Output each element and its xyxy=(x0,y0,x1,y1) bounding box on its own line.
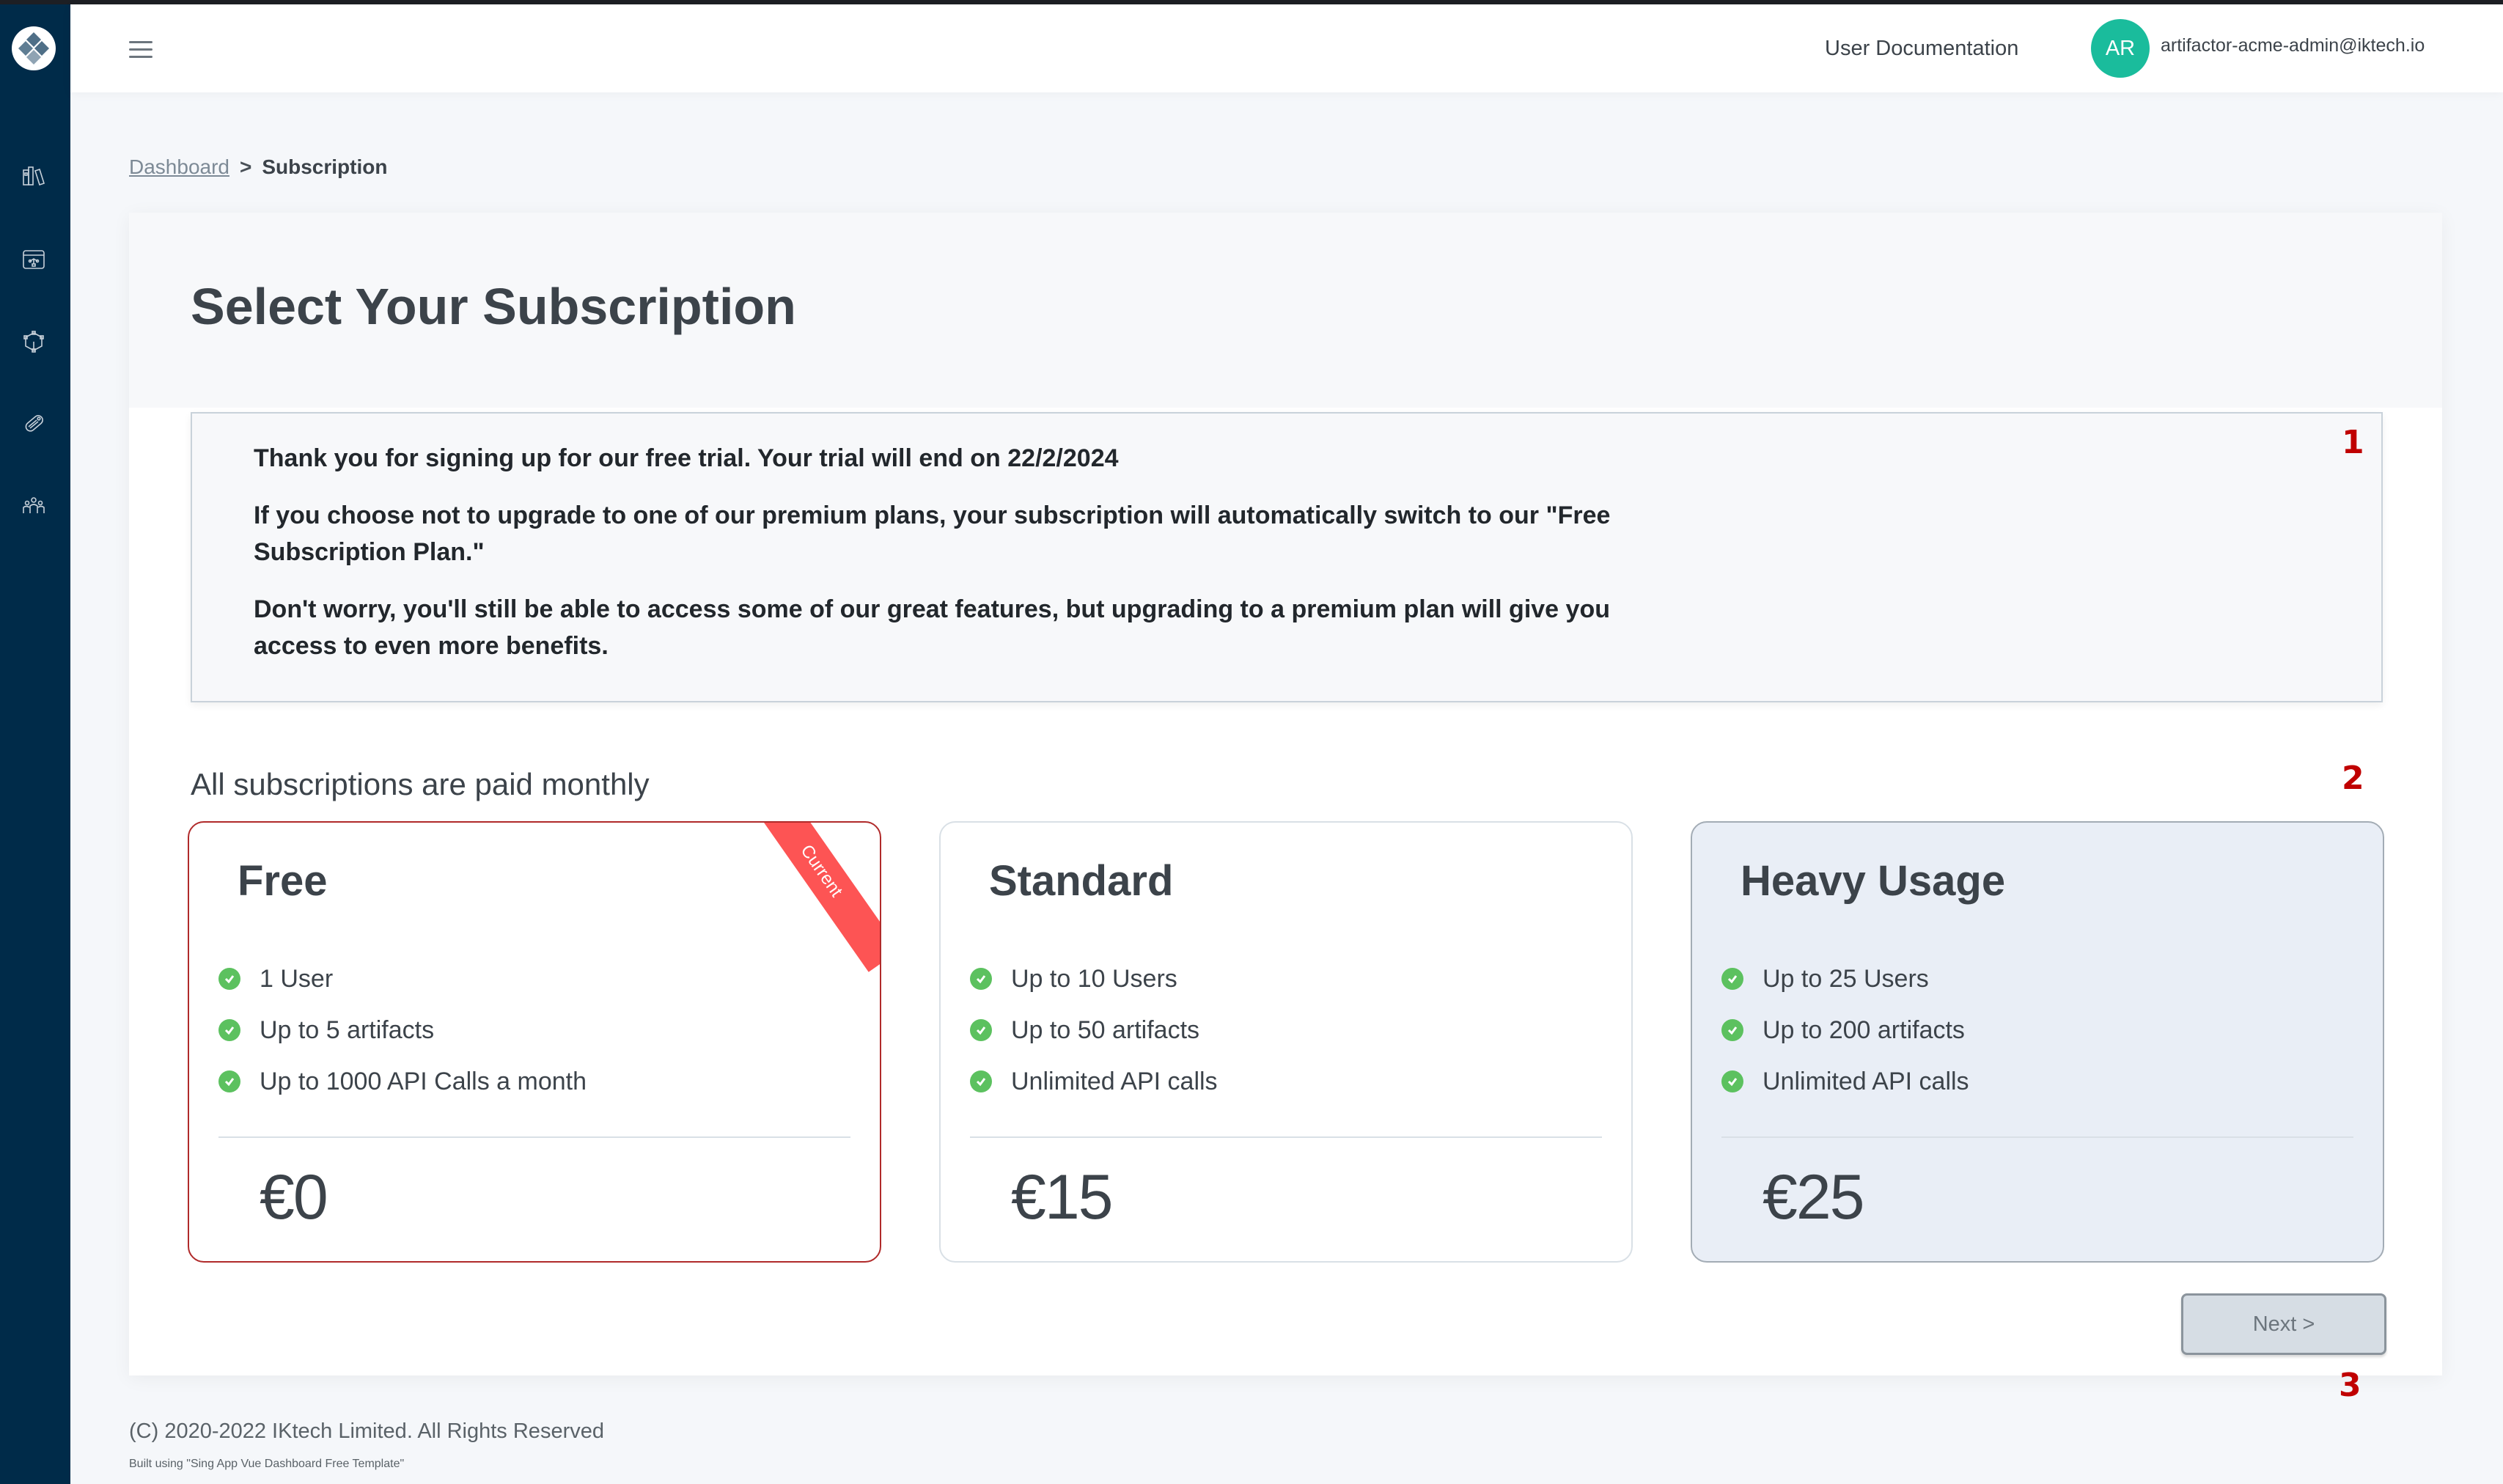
feature-item: Unlimited API calls xyxy=(1721,1056,1969,1107)
tag-icon[interactable] xyxy=(21,411,47,437)
annotation-1: 1 xyxy=(2342,424,2364,461)
plan-name: Heavy Usage xyxy=(1741,857,2006,905)
feature-label: Up to 50 artifacts xyxy=(1011,1015,1200,1044)
browser-flow-icon[interactable] xyxy=(21,246,47,273)
check-circle-icon xyxy=(218,1070,240,1092)
feature-item: Up to 25 Users xyxy=(1721,953,1969,1004)
feature-label: Unlimited API calls xyxy=(1011,1067,1218,1095)
feature-item: Up to 10 Users xyxy=(970,953,1218,1004)
notice-trial-end: Thank you for signing up for our free tr… xyxy=(254,444,1119,472)
feature-label: Up to 200 artifacts xyxy=(1763,1015,1965,1044)
breadcrumb-dashboard-link[interactable]: Dashboard xyxy=(129,155,229,179)
breadcrumb-separator: > xyxy=(239,155,252,178)
feature-item: 1 User xyxy=(218,953,587,1004)
users-icon[interactable] xyxy=(21,493,47,519)
footer-copyright: (C) 2020-2022 IKtech Limited. All Rights… xyxy=(129,1419,604,1443)
page-title: Select Your Subscription xyxy=(191,278,796,335)
check-circle-icon xyxy=(218,1019,240,1041)
breadcrumb-current: Subscription xyxy=(262,155,388,178)
check-circle-icon xyxy=(970,1019,992,1041)
check-circle-icon xyxy=(970,1070,992,1092)
notice-downgrade: If you choose not to upgrade to one of o… xyxy=(254,502,1611,566)
app-logo[interactable] xyxy=(12,26,56,70)
feature-item: Up to 1000 API Calls a month xyxy=(218,1056,587,1107)
divider xyxy=(218,1136,850,1138)
annotation-3: 3 xyxy=(2339,1367,2362,1404)
plan-card-free[interactable]: Current Free 1 User Up to 5 artifacts Up… xyxy=(188,821,881,1263)
feature-label: Up to 25 Users xyxy=(1763,964,1929,993)
network-cube-icon[interactable] xyxy=(21,328,47,355)
divider xyxy=(1721,1136,2353,1138)
plan-name: Standard xyxy=(989,857,1174,905)
breadcrumb: Dashboard > Subscription xyxy=(129,155,387,179)
avatar[interactable]: AR xyxy=(2091,19,2150,78)
check-circle-icon xyxy=(1721,1019,1743,1041)
check-circle-icon xyxy=(970,968,992,990)
user-documentation-link[interactable]: User Documentation xyxy=(1825,37,2018,61)
feature-label: Up to 10 Users xyxy=(1011,964,1177,993)
next-button[interactable]: Next > xyxy=(2181,1293,2386,1355)
card-header: Select Your Subscription xyxy=(129,213,2442,408)
feature-label: Up to 5 artifacts xyxy=(260,1015,435,1044)
plan-card-standard[interactable]: Standard Up to 10 Users Up to 50 artifac… xyxy=(939,821,1633,1263)
feature-item: Unlimited API calls xyxy=(970,1056,1218,1107)
plan-card-heavy-usage[interactable]: Heavy Usage Up to 25 Users Up to 200 art… xyxy=(1691,821,2384,1263)
trial-notice: Thank you for signing up for our free tr… xyxy=(191,412,2383,702)
hamburger-icon[interactable] xyxy=(129,41,152,60)
feature-label: Up to 1000 API Calls a month xyxy=(260,1067,587,1095)
divider xyxy=(970,1136,1602,1138)
sidebar xyxy=(0,4,70,1484)
user-email[interactable]: artifactor-acme-admin@iktech.io xyxy=(2161,35,2425,56)
check-circle-icon xyxy=(1721,968,1743,990)
diamond-logo-icon xyxy=(18,32,49,65)
top-header: User Documentation AR artifactor-acme-ad… xyxy=(70,4,2503,92)
app-window: User Documentation AR artifactor-acme-ad… xyxy=(0,4,2503,1484)
books-icon[interactable] xyxy=(21,163,47,189)
feature-label: 1 User xyxy=(260,964,334,993)
plan-price: €15 xyxy=(1011,1162,1113,1233)
feature-item: Up to 50 artifacts xyxy=(970,1004,1218,1056)
feature-list: 1 User Up to 5 artifacts Up to 1000 API … xyxy=(218,953,587,1107)
subscription-card: Select Your Subscription Thank you for s… xyxy=(129,213,2442,1375)
plan-name: Free xyxy=(238,857,328,905)
billing-note: All subscriptions are paid monthly xyxy=(191,767,650,801)
check-circle-icon xyxy=(1721,1070,1743,1092)
feature-label: Unlimited API calls xyxy=(1763,1067,1969,1095)
feature-item: Up to 200 artifacts xyxy=(1721,1004,1969,1056)
footer-built-with: Built using "Sing App Vue Dashboard Free… xyxy=(129,1458,405,1470)
check-circle-icon xyxy=(218,968,240,990)
plan-price: €0 xyxy=(260,1162,328,1233)
plan-price: €25 xyxy=(1763,1162,1864,1233)
current-ribbon: Current xyxy=(742,823,880,972)
feature-list: Up to 10 Users Up to 50 artifacts Unlimi… xyxy=(970,953,1218,1107)
feature-list: Up to 25 Users Up to 200 artifacts Unlim… xyxy=(1721,953,1969,1107)
notice-benefits: Don't worry, you'll still be able to acc… xyxy=(254,595,1610,660)
annotation-2: 2 xyxy=(2342,760,2364,797)
feature-item: Up to 5 artifacts xyxy=(218,1004,587,1056)
